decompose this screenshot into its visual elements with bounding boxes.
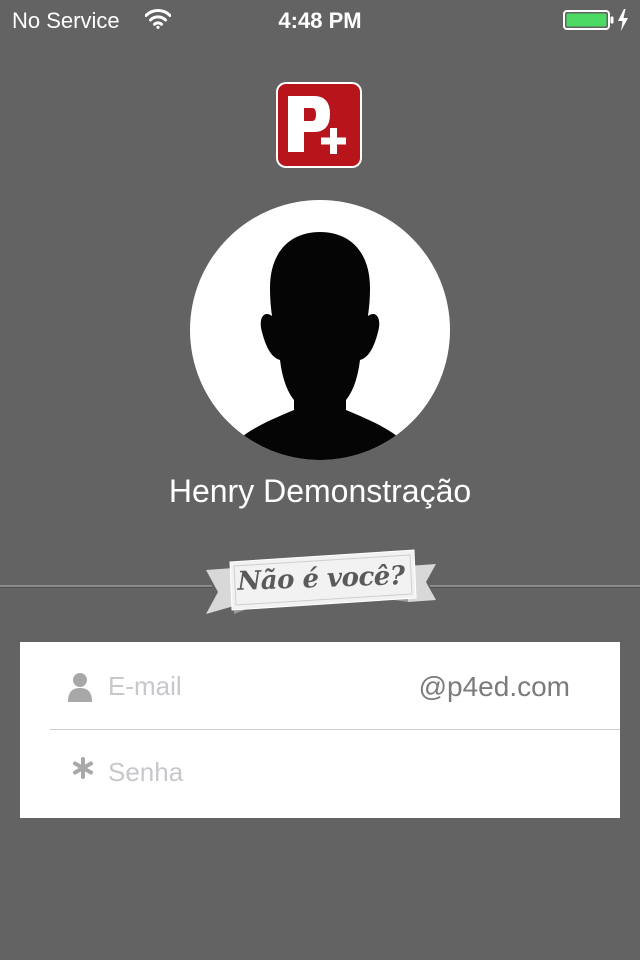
avatar — [190, 200, 450, 460]
email-row: @p4ed.com — [20, 642, 620, 730]
not-you-button[interactable]: Não é você? — [204, 548, 438, 620]
battery-icon — [563, 10, 614, 30]
email-field[interactable] — [108, 670, 398, 702]
user-name: Henry Demonstração — [168, 473, 472, 509]
user-icon — [68, 673, 92, 702]
email-domain-suffix: @p4ed.com — [418, 671, 570, 702]
not-you-label: Não é você? — [236, 561, 406, 597]
status-time: 4:48 PM — [278, 8, 362, 33]
app-logo-mark — [278, 84, 360, 166]
password-row — [20, 730, 620, 818]
divider-left — [0, 585, 212, 588]
divider-right — [430, 585, 640, 588]
app-logo — [276, 82, 362, 168]
status-bar: No Service 4:48 PM — [0, 0, 640, 40]
login-form: @p4ed.com — [20, 642, 620, 818]
user-silhouette-icon — [230, 232, 410, 460]
p-plus-logo-icon — [288, 96, 346, 154]
password-field[interactable] — [108, 756, 588, 788]
asterisk-icon — [73, 757, 93, 779]
charging-icon — [618, 9, 628, 31]
